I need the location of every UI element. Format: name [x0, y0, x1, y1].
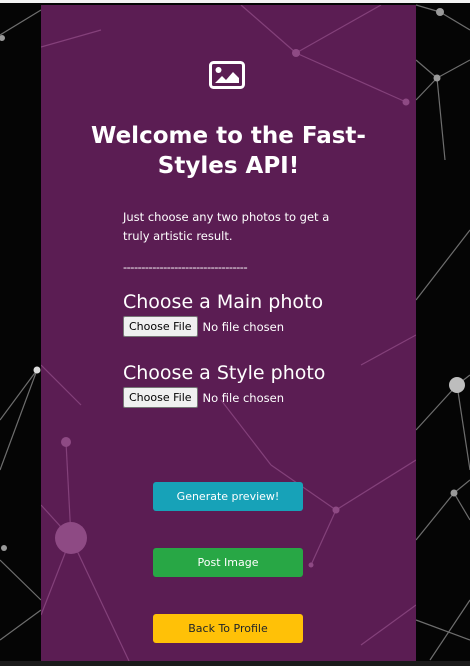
style-photo-choose-file-button[interactable]: Choose File: [123, 387, 198, 408]
bottom-border: [0, 661, 470, 666]
main-photo-choose-file-button[interactable]: Choose File: [123, 316, 198, 337]
main-photo-heading: Choose a Main photo: [123, 291, 324, 313]
card-content: Welcome to the Fast-Styles API! Just cho…: [41, 5, 416, 661]
intro-text: Just choose any two photos to get a trul…: [123, 210, 330, 243]
style-photo-file-input[interactable]: Choose File No file chosen: [123, 387, 284, 408]
back-to-profile-button[interactable]: Back To Profile: [153, 614, 303, 643]
generate-preview-button[interactable]: Generate preview!: [153, 482, 303, 511]
dashed-divider: ----------------------------------: [123, 260, 248, 274]
main-photo-file-status: No file chosen: [202, 319, 284, 334]
style-photo-heading: Choose a Style photo: [123, 362, 326, 384]
post-image-button[interactable]: Post Image: [153, 548, 303, 577]
style-photo-file-status: No file chosen: [202, 390, 284, 405]
image-icon: [209, 61, 245, 89]
main-photo-file-input[interactable]: Choose File No file chosen: [123, 316, 284, 337]
page: Welcome to the Fast-Styles API! Just cho…: [0, 0, 470, 666]
page-title: Welcome to the Fast-Styles API!: [91, 123, 366, 179]
